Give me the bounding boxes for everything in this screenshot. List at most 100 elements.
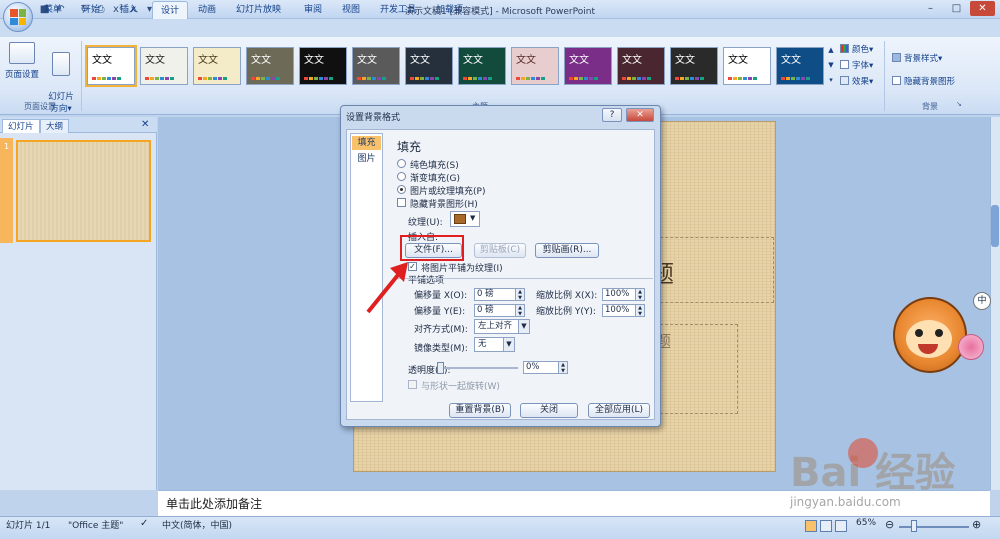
alignment-select[interactable]: 左上对齐: [474, 319, 519, 334]
scale-x-spinner-icon[interactable]: ▲ ▼: [636, 288, 645, 301]
hide-bg-checkbox[interactable]: [397, 198, 406, 207]
alignment-dropdown-icon[interactable]: ▼: [519, 319, 530, 334]
tab-addins[interactable]: 加载项: [428, 1, 471, 19]
alignment-label: 对齐方式(M):: [414, 325, 468, 335]
scale-x-input[interactable]: 100%: [602, 288, 636, 301]
transparency-slider-knob[interactable]: [437, 362, 444, 374]
scrollbar-thumb[interactable]: [991, 205, 999, 247]
vertical-scrollbar[interactable]: [990, 117, 1000, 490]
tab-menu[interactable]: 菜单: [36, 1, 70, 19]
hide-bg-graphics-checkbox[interactable]: 隐藏背景图形: [892, 75, 955, 90]
section-divider: [397, 278, 653, 279]
fonts-button[interactable]: 字体▾: [840, 59, 873, 74]
colors-button[interactable]: 颜色▾: [840, 43, 873, 58]
theme-thumbnail[interactable]: 文文: [140, 47, 188, 85]
tab-view[interactable]: 视图: [334, 1, 368, 19]
close-button[interactable]: 关闭: [520, 403, 578, 418]
theme-thumbnail-label: 文文: [622, 55, 642, 66]
transparency-input[interactable]: 0%: [523, 361, 559, 374]
nav-picture[interactable]: 图片: [352, 152, 381, 166]
office-button[interactable]: [3, 2, 33, 32]
apply-to-all-button[interactable]: 全部应用(L): [588, 403, 650, 418]
tab-animation[interactable]: 动画: [190, 1, 224, 19]
status-language[interactable]: 中文(简体，中国): [162, 518, 232, 538]
scale-y-input[interactable]: 100%: [602, 304, 636, 317]
offset-y-spinner-icon[interactable]: ▲ ▼: [516, 304, 525, 317]
close-pane-icon[interactable]: ✕: [141, 119, 149, 130]
fonts-label: 字体▾: [852, 61, 874, 71]
mirror-dropdown-icon[interactable]: ▼: [504, 337, 515, 352]
tab-home[interactable]: 开始: [74, 1, 108, 19]
offset-y-input[interactable]: 0 磅: [474, 304, 516, 317]
theme-thumbnail[interactable]: 文文: [670, 47, 718, 85]
texture-swatch-icon: [454, 214, 466, 224]
radio-solid-fill[interactable]: [397, 159, 406, 168]
background-styles-button[interactable]: 背景样式▾: [892, 52, 942, 67]
radio-picture-fill-label: 图片或纹理填充(P): [410, 187, 486, 197]
slide-number: 1: [4, 142, 10, 151]
tab-slides[interactable]: 幻灯片: [2, 119, 40, 133]
transparency-slider-track[interactable]: [440, 367, 518, 369]
effects-button[interactable]: 效果▾: [840, 75, 873, 90]
tab-outline[interactable]: 大纲: [40, 119, 70, 133]
dialog-launcher-icon[interactable]: ↘: [956, 100, 962, 108]
theme-thumbnail[interactable]: 文文: [564, 47, 612, 85]
scale-y-spinner-icon[interactable]: ▲ ▼: [636, 304, 645, 317]
theme-thumbnail[interactable]: 文文: [352, 47, 400, 85]
clipboard-button[interactable]: 剪贴板(C): [474, 243, 526, 258]
orientation-button[interactable]: 幻灯片 方向▾: [44, 42, 78, 114]
background-styles-icon: [892, 53, 901, 62]
theme-thumbnail[interactable]: 文文: [723, 47, 771, 85]
theme-thumbnail-label: 文文: [198, 55, 218, 66]
zoom-slider-track[interactable]: [899, 526, 969, 528]
normal-view-icon[interactable]: [805, 520, 817, 532]
minimize-button[interactable]: –: [918, 1, 943, 16]
slideshow-view-icon[interactable]: [835, 520, 847, 532]
theme-thumbnail[interactable]: 文文: [246, 47, 294, 85]
offset-x-spinner-icon[interactable]: ▲ ▼: [516, 288, 525, 301]
clipart-button[interactable]: 剪贴画(R)...: [535, 243, 599, 258]
dialog-close-button[interactable]: ✕: [626, 108, 654, 122]
mirror-select[interactable]: 无: [474, 337, 504, 352]
radio-gradient-fill[interactable]: [397, 172, 406, 181]
transparency-label: 透明度(T):: [408, 366, 451, 376]
tab-developer[interactable]: 开发工具: [372, 1, 424, 19]
help-button[interactable]: ?: [602, 108, 622, 122]
theme-thumbnail[interactable]: 文文: [511, 47, 559, 85]
theme-thumbnail[interactable]: 文文: [458, 47, 506, 85]
ribbon-separator: [884, 41, 885, 111]
page-setup-button[interactable]: 页面设置: [4, 42, 40, 100]
theme-thumbnail[interactable]: 文文: [405, 47, 453, 85]
nav-fill[interactable]: 填充: [352, 136, 381, 150]
transparency-spinner-icon[interactable]: ▲ ▼: [559, 361, 568, 374]
tab-slideshow[interactable]: 幻灯片放映: [228, 1, 289, 19]
zoom-in-icon[interactable]: ⊕: [972, 518, 981, 538]
radio-picture-fill[interactable]: [397, 185, 406, 194]
tab-design[interactable]: 设计: [152, 1, 189, 19]
zoom-slider-knob[interactable]: [911, 520, 917, 532]
slide-thumbnail[interactable]: [16, 140, 151, 242]
offset-x-input[interactable]: 0 磅: [474, 288, 516, 301]
zoom-level[interactable]: 65%: [856, 518, 876, 538]
texture-dropdown[interactable]: ▼: [450, 211, 480, 227]
rotate-checkbox[interactable]: [408, 380, 417, 389]
gallery-scroll[interactable]: ▲ ▼ ▾: [826, 43, 836, 91]
spellcheck-icon[interactable]: ✓: [140, 518, 148, 538]
theme-thumbnail-label: 文文: [357, 55, 377, 66]
theme-thumbnail-label: 文文: [781, 55, 801, 66]
theme-thumbnail[interactable]: 文文: [299, 47, 347, 85]
reset-background-button[interactable]: 重置背景(B): [449, 403, 511, 418]
slide-sorter-icon[interactable]: [820, 520, 832, 532]
tab-insert[interactable]: 插入: [112, 1, 146, 19]
colors-icon: [840, 44, 849, 53]
theme-thumbnail[interactable]: 文文: [85, 45, 137, 87]
maximize-button[interactable]: □: [944, 1, 969, 16]
theme-thumbnail[interactable]: 文文: [617, 47, 665, 85]
window-title: 演示文稿1 [兼容模式] - Microsoft PowerPoint: [405, 7, 595, 17]
zoom-out-icon[interactable]: ⊖: [885, 518, 894, 538]
theme-thumbnail[interactable]: 文文: [193, 47, 241, 85]
theme-thumbnail[interactable]: 文文: [776, 47, 824, 85]
tab-review[interactable]: 审阅: [296, 1, 330, 19]
close-window-button[interactable]: ✕: [970, 1, 995, 16]
page-setup-icon: [9, 42, 35, 64]
